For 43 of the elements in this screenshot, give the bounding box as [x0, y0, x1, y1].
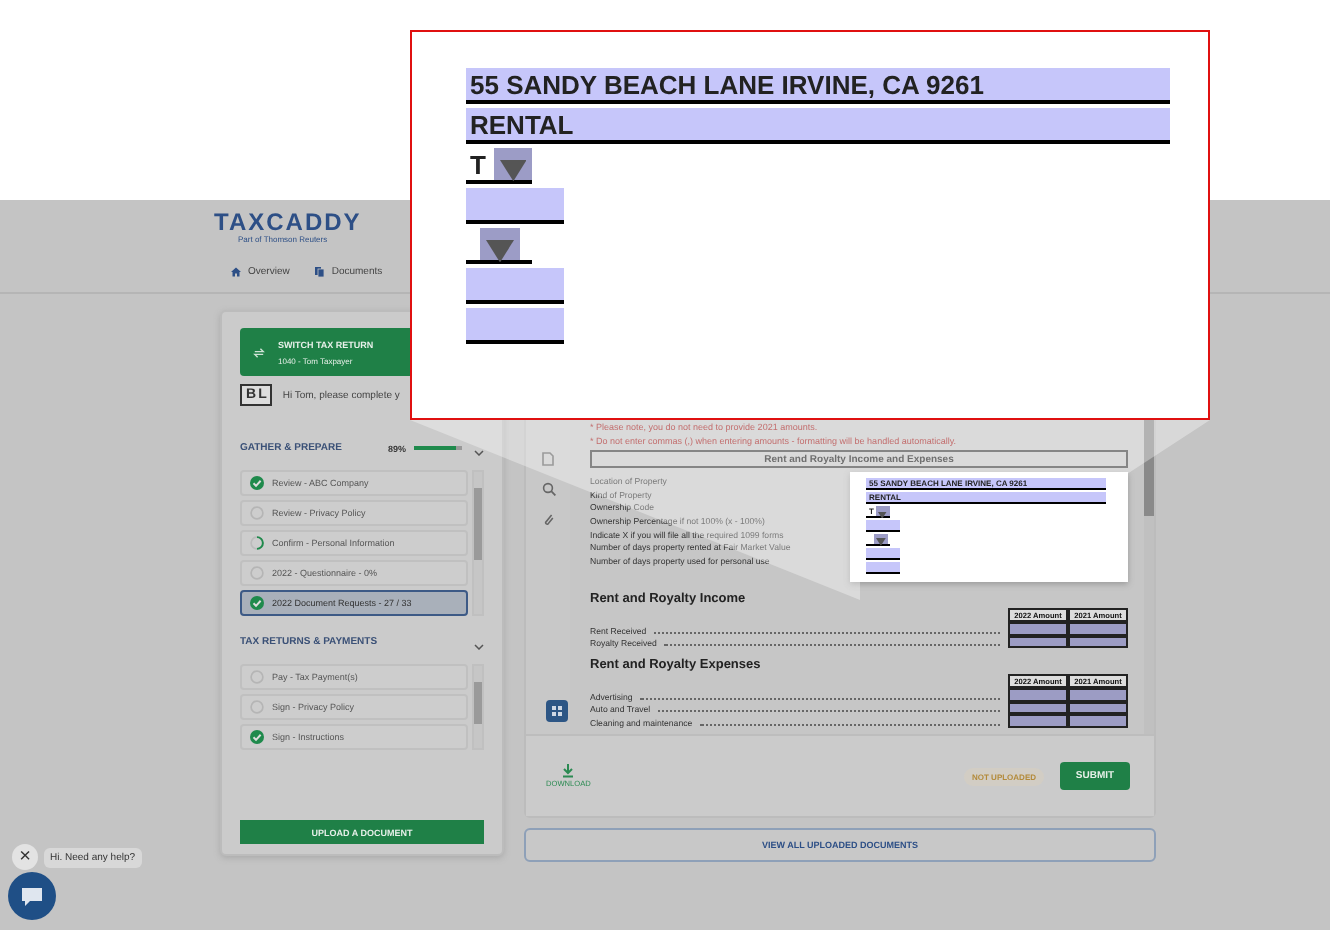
form-field[interactable] — [466, 308, 564, 344]
check-icon — [250, 476, 264, 490]
chat-button[interactable] — [8, 872, 56, 920]
chevron-icon[interactable] — [474, 644, 484, 650]
documents-icon — [313, 266, 326, 278]
empty-circle-icon — [250, 700, 264, 714]
amount-field[interactable] — [1068, 714, 1128, 727]
empty-circle-icon — [250, 670, 264, 684]
scrollbar[interactable] — [472, 470, 484, 616]
scrollbar[interactable] — [1144, 416, 1154, 734]
logo[interactable]: TAXCADDY — [214, 209, 362, 233]
empty-circle-icon — [250, 506, 264, 520]
scrollbar[interactable] — [472, 664, 484, 750]
amount-field[interactable] — [1068, 688, 1128, 701]
grid-icon — [550, 704, 564, 718]
amount-field[interactable] — [1008, 714, 1068, 727]
form-field[interactable]: RENTAL — [466, 108, 1170, 144]
form-field[interactable] — [466, 188, 564, 224]
caret-icon — [499, 160, 527, 182]
progress-ring-icon — [250, 536, 264, 550]
form-field[interactable] — [865, 548, 900, 560]
home-icon — [230, 266, 242, 278]
speech-bubble-icon — [20, 885, 44, 907]
swap-arrows-icon — [252, 345, 266, 359]
chevron-icon[interactable] — [474, 450, 484, 456]
download-icon — [562, 764, 575, 778]
amount-field[interactable] — [1068, 622, 1128, 635]
amount-field[interactable] — [1008, 622, 1068, 635]
search-icon[interactable] — [541, 482, 555, 496]
form-field[interactable]: 55 SANDY BEACH LANE IRVINE, CA 9261 — [466, 68, 1170, 104]
form-field[interactable] — [865, 562, 900, 574]
dropdown-field[interactable]: T — [466, 148, 532, 184]
close-button[interactable]: × — [12, 844, 38, 870]
form-field[interactable] — [466, 268, 564, 304]
form-field[interactable] — [865, 520, 900, 532]
caret-icon — [486, 239, 514, 262]
amount-field[interactable] — [1008, 688, 1068, 701]
fullscreen-button[interactable] — [546, 700, 568, 722]
check-icon — [250, 730, 264, 744]
check-icon — [250, 596, 264, 610]
paperclip-icon[interactable] — [542, 512, 554, 526]
empty-circle-icon — [250, 566, 264, 580]
dropdown-field[interactable] — [865, 534, 890, 546]
